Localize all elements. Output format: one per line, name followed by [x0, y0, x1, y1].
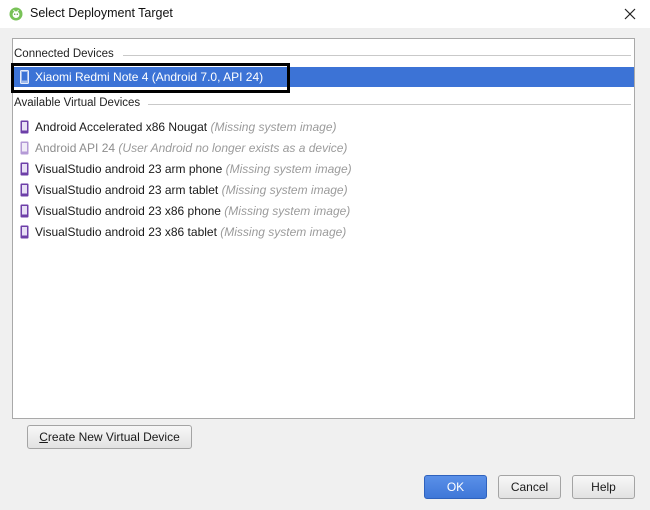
- ok-button[interactable]: OK: [424, 475, 487, 499]
- device-name: VisualStudio android 23 x86 tablet: [35, 225, 217, 239]
- button-label: Cancel: [510, 480, 549, 494]
- device-status-note: (Missing system image): [220, 225, 347, 239]
- device-status-note: (User Android no longer exists as a devi…: [118, 141, 348, 155]
- device-name: VisualStudio android 23 arm tablet: [35, 183, 219, 197]
- close-icon: [624, 8, 636, 20]
- group-label: Available Virtual Devices: [14, 97, 147, 109]
- device-name: Android Accelerated x86 Nougat: [35, 120, 208, 134]
- device-status-note: (Missing system image): [224, 204, 351, 218]
- device-row-visualstudio-arm-tablet[interactable]: VisualStudio android 23 arm tablet (Miss…: [13, 180, 634, 200]
- select-deployment-target-dialog: Select Deployment Target Connected Devic…: [0, 0, 650, 510]
- device-row-visualstudio-arm-phone[interactable]: VisualStudio android 23 arm phone (Missi…: [13, 159, 634, 179]
- device-row-android-api-24[interactable]: Android API 24 (User Android no longer e…: [13, 138, 634, 158]
- device-name: Xiaomi Redmi Note 4 (Android 7.0, API 24…: [35, 70, 264, 84]
- title-bar: Select Deployment Target: [0, 0, 650, 28]
- device-status-note: (Missing system image): [225, 162, 352, 176]
- phone-icon: [20, 204, 29, 218]
- device-row-visualstudio-x86-tablet[interactable]: VisualStudio android 23 x86 tablet (Miss…: [13, 222, 634, 242]
- device-row-android-accelerated-x86-nougat[interactable]: Android Accelerated x86 Nougat (Missing …: [13, 117, 634, 137]
- phone-icon: [20, 141, 29, 155]
- device-row-xiaomi-redmi-note-4[interactable]: Xiaomi Redmi Note 4 (Android 7.0, API 24…: [13, 67, 634, 87]
- create-new-virtual-device-button[interactable]: Create New Virtual Device: [27, 425, 192, 449]
- group-header-available-virtual-devices: Available Virtual Devices: [13, 97, 634, 111]
- phone-icon: [20, 70, 29, 84]
- device-list[interactable]: Connected Devices Xiaomi Redmi Note 4 (A…: [12, 38, 635, 419]
- close-button[interactable]: [616, 2, 644, 26]
- help-button[interactable]: Help: [572, 475, 635, 499]
- device-name: VisualStudio android 23 arm phone: [35, 162, 223, 176]
- device-name: VisualStudio android 23 x86 phone: [35, 204, 221, 218]
- divider: [148, 104, 631, 105]
- mnemonic-letter: C: [39, 430, 48, 444]
- button-label: OK: [446, 480, 465, 494]
- phone-icon: [20, 183, 29, 197]
- window-title: Select Deployment Target: [30, 6, 173, 20]
- phone-icon: [20, 120, 29, 134]
- device-status-note: (Missing system image): [210, 120, 337, 134]
- device-status-note: (Missing system image): [221, 183, 348, 197]
- group-label: Connected Devices: [14, 48, 120, 60]
- device-row-visualstudio-x86-phone[interactable]: VisualStudio android 23 x86 phone (Missi…: [13, 201, 634, 221]
- android-studio-icon: [9, 7, 23, 21]
- group-header-connected-devices: Connected Devices: [13, 48, 634, 62]
- button-label: reate New Virtual Device: [47, 430, 180, 444]
- phone-icon: [20, 162, 29, 176]
- phone-icon: [20, 225, 29, 239]
- button-label: Help: [591, 480, 616, 494]
- device-name: Android API 24: [35, 141, 116, 155]
- cancel-button[interactable]: Cancel: [498, 475, 561, 499]
- divider: [123, 55, 631, 56]
